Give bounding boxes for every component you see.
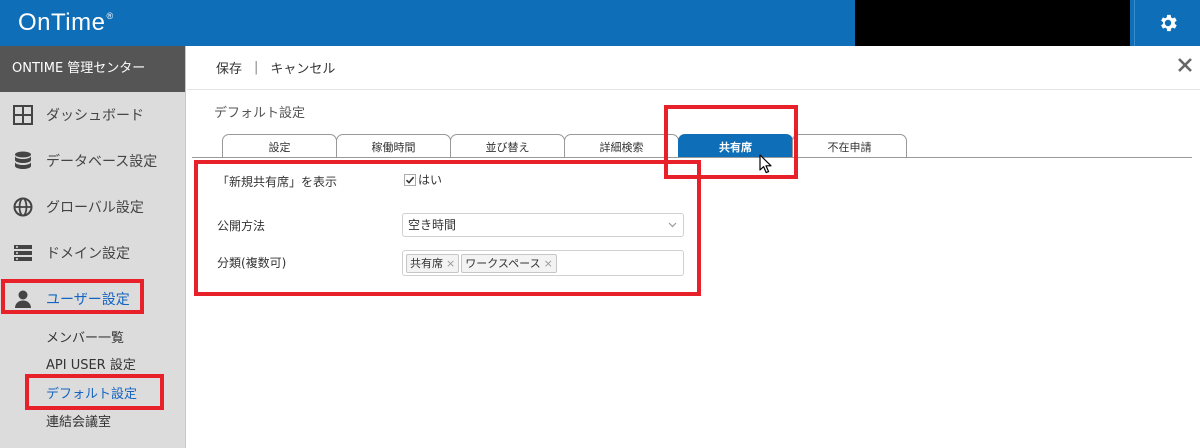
sidebar-subitem-linked-rooms[interactable]: 連結会議室 <box>46 411 111 430</box>
dashboard-icon <box>12 104 34 126</box>
tab-advanced-search[interactable]: 詳細検索 <box>564 134 679 158</box>
tab-settings[interactable]: 設定 <box>222 134 337 158</box>
sidebar-item-label: グローバル設定 <box>46 200 144 216</box>
highlight-default-settings <box>25 374 164 410</box>
sidebar-subitem-members[interactable]: メンバー一覧 <box>46 327 124 346</box>
tab-working-hours[interactable]: 稼働時間 <box>336 134 451 158</box>
action-separator: | <box>254 60 259 75</box>
action-bar: 保存 | キャンセル <box>187 46 1200 90</box>
sidebar-item-global[interactable]: グローバル設定 <box>0 184 186 230</box>
save-button[interactable]: 保存 <box>216 58 242 77</box>
section-title: デフォルト設定 <box>214 106 306 121</box>
highlight-user-settings <box>1 279 144 314</box>
ontime-logo[interactable]: OnTime® <box>18 9 114 37</box>
settings-button[interactable] <box>1134 0 1200 46</box>
sidebar-header: ONTIME 管理センター <box>0 46 185 92</box>
mouse-cursor-icon <box>759 154 772 174</box>
tab-bar: 設定 稼働時間 並び替え 詳細検索 共有席 不在申請 <box>222 134 907 158</box>
sidebar-subitem-api-user[interactable]: API USER 設定 <box>46 354 136 373</box>
tab-sort[interactable]: 並び替え <box>450 134 565 158</box>
sidebar-item-dashboard[interactable]: ダッシュボード <box>0 92 186 138</box>
sidebar-item-label: ダッシュボード <box>46 108 144 124</box>
database-icon <box>12 150 34 172</box>
globe-icon <box>12 196 34 218</box>
sidebar-item-label: ドメイン設定 <box>46 246 130 262</box>
user-info-redacted <box>855 0 1130 46</box>
sidebar-item-domain[interactable]: ドメイン設定 <box>0 230 186 276</box>
highlight-form-area <box>194 160 701 296</box>
top-bar: OnTime® <box>0 0 1200 46</box>
tab-absence-request[interactable]: 不在申請 <box>792 134 907 158</box>
gear-icon <box>1160 14 1177 32</box>
close-icon <box>1178 58 1192 72</box>
sidebar-item-database[interactable]: データベース設定 <box>0 138 186 184</box>
server-icon <box>12 242 34 264</box>
cancel-button[interactable]: キャンセル <box>270 58 335 77</box>
sidebar-item-label: データベース設定 <box>46 154 158 170</box>
close-button[interactable] <box>1176 56 1196 76</box>
